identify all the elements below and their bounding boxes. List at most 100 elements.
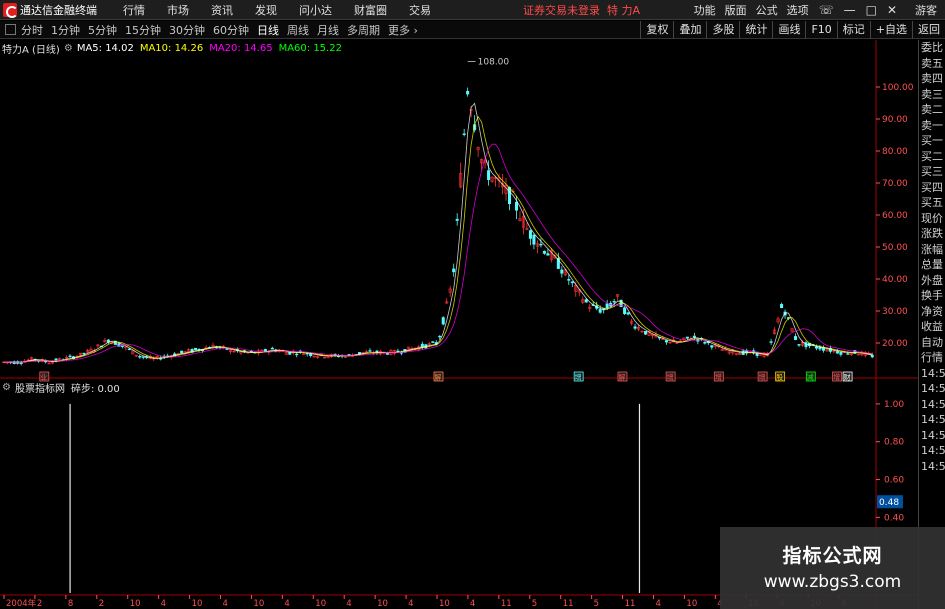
menu-gongneng[interactable]: 功能	[694, 2, 716, 18]
indicator-settings-icon[interactable]: ⚙	[2, 382, 11, 393]
candle-body	[633, 326, 637, 329]
headset-icon[interactable]: ☏	[819, 3, 834, 17]
close-icon[interactable]: ✕	[887, 3, 897, 17]
candle-body	[612, 301, 616, 303]
candle-body	[431, 341, 435, 343]
period-5min[interactable]: 5分钟	[88, 22, 117, 38]
event-marker-label: 股	[776, 374, 783, 382]
tool-fanhui[interactable]: 返回	[912, 21, 945, 39]
event-marker-label: 减	[807, 373, 814, 382]
menu-faxian[interactable]: 发现	[255, 2, 277, 18]
candle-body	[127, 348, 131, 351]
chart-area[interactable]: 100.00 90.00 80.00 70.00 60.00 50.00 40.00 30.0…	[0, 40, 918, 609]
tool-duogu[interactable]: 多股	[706, 21, 739, 39]
menu-xuanxiang[interactable]: 选项	[787, 2, 809, 18]
side-panel-item: 14:5	[921, 459, 945, 473]
period-daily[interactable]: 日线	[257, 22, 279, 38]
x-tick-label: 10	[439, 599, 450, 609]
period-fenshi[interactable]: 分时	[21, 22, 43, 38]
chart-tools: 复权 叠加 多股 统计 画线 F10 标记 +自选 返回	[640, 21, 945, 39]
side-panel-item: 14:5	[921, 397, 945, 411]
menu-hangqing[interactable]: 行情	[123, 2, 145, 18]
side-panel-item: 自动	[921, 335, 943, 349]
period-monthly[interactable]: 月线	[317, 22, 339, 38]
side-panel-item: 委比	[921, 41, 943, 54]
period-more[interactable]: 更多 ›	[388, 22, 418, 38]
candle-body	[309, 353, 313, 357]
x-tick-label: 10	[686, 599, 697, 609]
candle-body	[295, 353, 299, 356]
menu-zixun[interactable]: 资讯	[211, 2, 233, 18]
period-15min[interactable]: 15分钟	[125, 22, 161, 38]
price-tick-label: 30.00	[882, 307, 908, 317]
menu-bar: 通达信金融终端 行情 市场 资讯 发现 问小达 财富圈 交易 证券交易未登录 特…	[0, 0, 945, 20]
candle-body	[120, 345, 124, 347]
guest-user[interactable]: 游客	[915, 2, 937, 18]
candle-body	[870, 354, 874, 358]
menu-wenxiaoda[interactable]: 问小达	[299, 2, 332, 18]
candle-body	[514, 201, 519, 211]
event-marker-label: 增	[759, 373, 766, 382]
price-tick-label: 90.00	[882, 115, 908, 125]
tool-zixuan[interactable]: +自选	[869, 21, 912, 39]
candle-body	[532, 234, 536, 245]
indicator-value: 碎步: 0.00	[70, 383, 120, 395]
tool-f10[interactable]: F10	[805, 21, 836, 39]
settings-icon[interactable]: ⚙	[64, 43, 73, 54]
x-tick-label: 4	[346, 599, 351, 609]
x-tick-label: 2	[99, 599, 104, 609]
watermark-url: www.zbgs3.com	[763, 572, 902, 592]
side-panel-item: 买一	[921, 134, 943, 147]
menu-banmian[interactable]: 版面	[725, 2, 747, 18]
kline-chart[interactable]: 100.00 90.00 80.00 70.00 60.00 50.00 40.00 30.0…	[0, 40, 918, 609]
x-tick-label: 10	[377, 599, 388, 609]
login-notice[interactable]: 证券交易未登录 特 力A	[523, 2, 640, 18]
x-tick-label: 11	[625, 599, 636, 609]
ma-line	[3, 102, 873, 363]
price-tick-label: 70.00	[882, 179, 908, 189]
candle-body	[507, 186, 512, 205]
event-marker-label: 增	[575, 373, 582, 382]
candle-body	[542, 250, 546, 254]
watermark-title: 指标公式网	[782, 545, 883, 567]
candle-body	[567, 279, 571, 281]
ma10-value: MA10: 14.26	[139, 42, 204, 54]
tool-huaxian[interactable]: 画线	[772, 21, 805, 39]
candle-body	[194, 347, 198, 350]
period-weekly[interactable]: 周线	[287, 22, 309, 38]
period-60min[interactable]: 60分钟	[213, 22, 249, 38]
current-stock-name: 特 力A	[607, 3, 641, 17]
ind-tick-label: 0.40	[884, 513, 904, 523]
layout-toggle-icon[interactable]	[5, 24, 16, 35]
period-multi[interactable]: 多周期	[347, 22, 380, 38]
side-panel-item: 卖三	[921, 87, 943, 101]
side-panel-item: 14:5	[921, 413, 945, 426]
candle-body	[539, 243, 543, 246]
period-1min[interactable]: 1分钟	[51, 22, 80, 38]
menu-shichang[interactable]: 市场	[167, 2, 189, 18]
tool-fuquan[interactable]: 复权	[640, 21, 673, 39]
tool-tongji[interactable]: 统计	[739, 21, 772, 39]
x-tick-label: 11	[563, 599, 574, 609]
x-tick-label: 10	[253, 599, 264, 609]
x-tick-label: 5	[594, 599, 599, 609]
candle-body	[793, 336, 798, 340]
maximize-icon[interactable]: □	[866, 3, 877, 17]
side-panel-item: 涨幅	[921, 242, 943, 256]
event-marker-label: 增	[715, 373, 722, 382]
period-30min[interactable]: 30分钟	[169, 22, 205, 38]
minimize-icon[interactable]: —	[844, 3, 856, 17]
menu-jiaoyi[interactable]: 交易	[409, 2, 431, 18]
side-panel-item: 外盘	[921, 273, 943, 287]
x-tick-label: 4	[161, 599, 166, 609]
ma60-value: MA60: 15.22	[278, 42, 342, 54]
tool-diejia[interactable]: 叠加	[673, 21, 706, 39]
indicator-axis: 1.00 0.80 0.60 0.40 0.48	[876, 400, 904, 523]
candle-body	[462, 133, 466, 135]
x-tick-label: 4	[470, 599, 475, 609]
menu-caifuquan[interactable]: 财富圈	[354, 2, 387, 18]
tool-biaoji[interactable]: 标记	[836, 21, 870, 39]
candle-body	[441, 317, 445, 325]
candle-body	[546, 253, 550, 256]
menu-gongshi[interactable]: 公式	[756, 2, 778, 18]
